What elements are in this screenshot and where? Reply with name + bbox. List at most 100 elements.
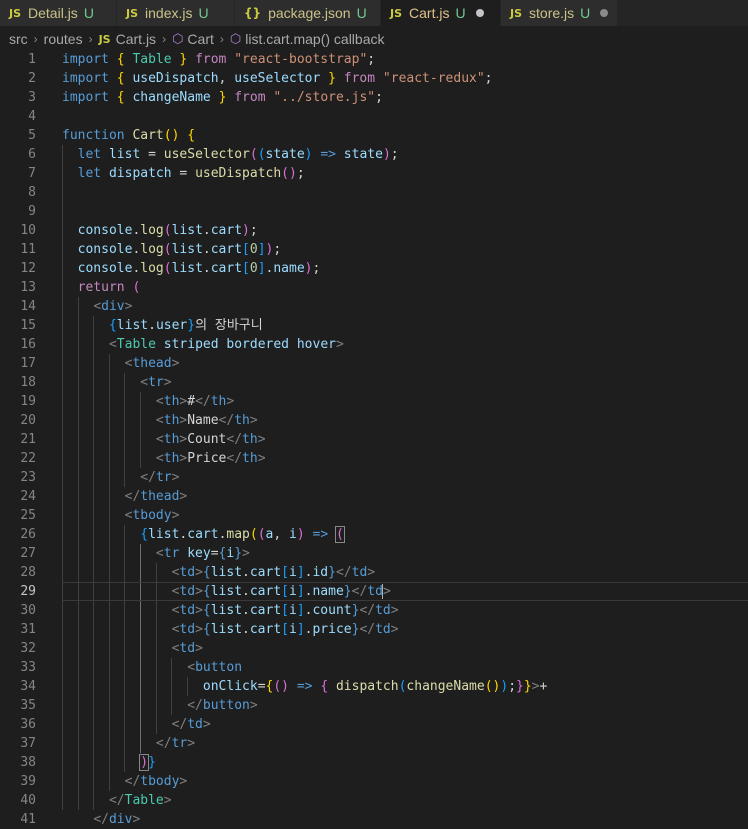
code-line[interactable]: 21 <th>Count</th> (0, 430, 748, 449)
code-text: </td> (62, 715, 211, 734)
code-token: </ (124, 774, 141, 789)
code-line[interactable]: 4 (0, 107, 748, 126)
code-line[interactable]: 29 <td>{list.cart[i].name}</td> (0, 582, 748, 601)
code-token: </ (226, 451, 243, 466)
code-editor[interactable]: 1 import { Table } from "react-bootstrap"… (0, 50, 748, 829)
code-line[interactable]: 23 </tr> (0, 468, 748, 487)
tab-detail-js[interactable]: JS Detail.js U (0, 0, 117, 26)
code-line[interactable]: 34 onClick={() => { dispatch(changeName(… (0, 677, 748, 696)
line-number: 20 (20, 413, 36, 428)
code-text: </div> (62, 810, 140, 829)
code-line[interactable]: 24 </thead> (0, 487, 748, 506)
code-line[interactable]: 12 console.log(list.cart[0].name); (0, 259, 748, 278)
code-line[interactable]: 17 <thead> (0, 354, 748, 373)
tab-store-js[interactable]: JS store.js U (501, 0, 618, 26)
code-token: > (249, 413, 258, 428)
code-token: cart (249, 622, 282, 637)
code-line[interactable]: 22 <th>Price</th> (0, 449, 748, 468)
code-line[interactable]: 1 import { Table } from "react-bootstrap"… (0, 50, 748, 69)
code-line[interactable]: 35 </button> (0, 696, 748, 715)
code-line[interactable]: 36 </td> (0, 715, 748, 734)
code-token: th (163, 413, 180, 428)
code-token: </ (195, 394, 211, 409)
line-number: 39 (20, 774, 36, 789)
breadcrumb-src[interactable]: src (9, 31, 28, 47)
code-token: tbody (132, 508, 172, 523)
tab-label: Detail.js (28, 5, 78, 21)
code-line[interactable]: 18 <tr> (0, 373, 748, 392)
code-line[interactable]: 32 <td> (0, 639, 748, 658)
code-line[interactable]: 5 function Cart() { (0, 126, 748, 145)
breadcrumb-routes[interactable]: routes (44, 31, 83, 47)
tab-cart-js[interactable]: JS Cart.js U (381, 0, 501, 26)
code-token: div (108, 812, 133, 827)
code-line[interactable]: 38 )} (0, 753, 748, 772)
code-line[interactable]: 41 </div> (0, 810, 748, 829)
code-line[interactable]: 33 <button (0, 658, 748, 677)
code-token: </ (359, 603, 376, 618)
code-token: thead (140, 489, 180, 504)
unsaved-dot-icon[interactable] (600, 9, 609, 17)
code-line[interactable]: 40 </Table> (0, 791, 748, 810)
git-status-badge: U (198, 5, 209, 21)
code-token: ] (257, 242, 266, 257)
code-line[interactable]: 16 <Table striped bordered hover> (0, 335, 748, 354)
code-token: [ (281, 584, 289, 599)
code-token: ) (139, 754, 150, 771)
code-token: ) (382, 147, 391, 162)
code-line[interactable]: 15 {list.user}의 장바구니 (0, 316, 748, 335)
code-token: td (187, 717, 203, 732)
code-line[interactable]: 31 <td>{list.cart[i].price}</td> (0, 620, 748, 639)
breadcrumb-callback[interactable]: list.cart.map() callback (245, 31, 384, 47)
code-line[interactable]: 28 <td>{list.cart[i].id}</td> (0, 563, 748, 582)
unsaved-dot-icon[interactable] (475, 9, 484, 17)
code-token: ; (508, 679, 517, 694)
code-line[interactable]: 3 import { changeName } from "../store.js… (0, 88, 748, 107)
code-line[interactable]: 26 {list.cart.map((a, i) => ( (0, 525, 748, 544)
code-line[interactable]: 8 (0, 183, 748, 202)
code-line[interactable]: 14 <div> (0, 297, 748, 316)
tab-package-json[interactable]: {} package.json U (235, 0, 381, 26)
code-line[interactable]: 20 <th>Name</th> (0, 411, 748, 430)
symbol-method-icon: ⬡ (172, 31, 184, 46)
tab-index-js[interactable]: JS index.js U (117, 0, 235, 26)
code-token: ] (296, 622, 305, 637)
code-token: 0 (249, 261, 258, 276)
code-line[interactable]: 30 <td>{list.cart[i].count}</td> (0, 601, 748, 620)
tab-label: store.js (529, 5, 575, 21)
code-line[interactable]: 39 </tbody> (0, 772, 748, 791)
chevron-right-icon: › (219, 32, 224, 46)
code-token: { (202, 622, 211, 637)
code-token: th (242, 451, 258, 466)
code-token: button (195, 660, 243, 675)
code-token: < (155, 451, 164, 466)
code-line[interactable]: 37 </tr> (0, 734, 748, 753)
breadcrumb-symbol[interactable]: Cart (187, 31, 213, 47)
code-line[interactable]: 6 let list = useSelector((state) => stat… (0, 145, 748, 164)
breadcrumb-file[interactable]: Cart.js (116, 31, 156, 47)
code-line[interactable]: 11 console.log(list.cart[0]); (0, 240, 748, 259)
code-text: import { useDispatch, useSelector } from… (62, 69, 493, 88)
code-token: > (179, 774, 188, 789)
code-token: list (210, 603, 243, 618)
code-line[interactable]: 19 <th>#</th> (0, 392, 748, 411)
code-text: </tbody> (62, 772, 188, 791)
code-line[interactable]: 9 (0, 202, 748, 221)
code-line[interactable]: 27 <tr key={i}> (0, 544, 748, 563)
code-line[interactable]: 2 import { useDispatch, useSelector } fro… (0, 69, 748, 88)
code-line[interactable]: 7 let dispatch = useDispatch(); (0, 164, 748, 183)
code-line[interactable]: 10 console.log(list.cart); (0, 221, 748, 240)
code-line[interactable]: 25 <tbody> (0, 506, 748, 525)
code-line[interactable]: 13 return ( (0, 278, 748, 297)
code-token: () (281, 166, 297, 181)
code-token: ] (296, 565, 305, 580)
